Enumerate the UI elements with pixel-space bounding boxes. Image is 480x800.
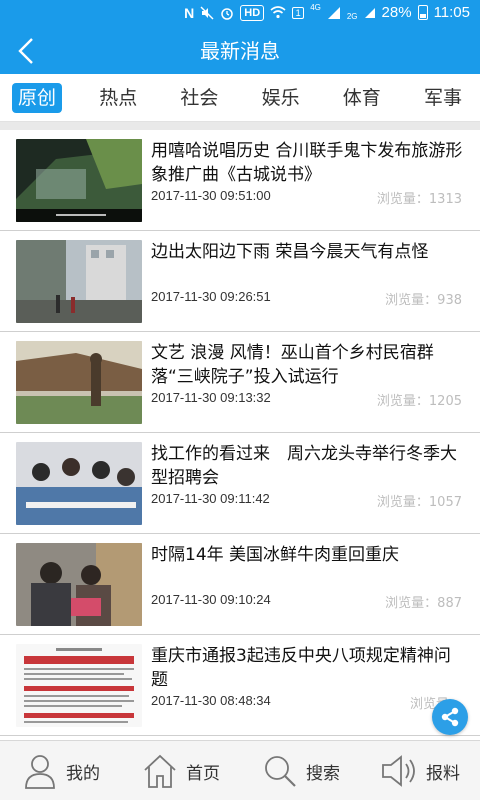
- tab-sports[interactable]: 体育: [337, 83, 387, 113]
- news-date: 2017-11-30 09:11:42: [151, 491, 270, 506]
- nav-mine-label: 我的: [66, 763, 100, 784]
- status-bar: N HD 1 4G 2G 28% 11:05: [0, 0, 480, 28]
- network-2g-label: 2G: [346, 12, 358, 21]
- news-thumbnail: [16, 341, 142, 424]
- news-thumbnail: [16, 644, 142, 727]
- share-icon: [441, 707, 459, 727]
- search-icon: [260, 751, 300, 791]
- nav-home[interactable]: 首页: [120, 741, 240, 800]
- news-item[interactable]: 文艺 浪漫 风情！巫山首个乡村民宿群落“三峡院子”投入试运行 2017-11-3…: [0, 332, 480, 433]
- battery-icon: [417, 5, 428, 20]
- nav-report[interactable]: 报料: [360, 741, 480, 800]
- sim-icon: 1: [292, 6, 305, 19]
- news-date: 2017-11-30 09:51:00: [151, 188, 271, 203]
- user-icon: [20, 751, 60, 791]
- news-views: 浏览量：887: [385, 596, 462, 611]
- app-header: 最新消息: [0, 28, 480, 74]
- status-icons: N HD 1 4G 2G 28% 11:05: [184, 3, 470, 22]
- news-thumbnail: [16, 442, 142, 525]
- nav-home-label: 首页: [186, 763, 220, 784]
- tab-society[interactable]: 社会: [174, 83, 224, 113]
- news-date: 2017-11-30 09:13:32: [151, 390, 271, 405]
- news-views: 浏览量：1057: [376, 495, 462, 510]
- network-4g-label: 4G: [310, 3, 321, 12]
- news-item[interactable]: 找工作的看过来 周六龙头寺举行冬季大型招聘会 2017-11-30 09:11:…: [0, 433, 480, 534]
- news-title: 边出太阳边下雨 荣昌今晨天气有点怪: [151, 242, 429, 262]
- mute-icon: [200, 6, 214, 20]
- nav-mine[interactable]: 我的: [0, 741, 120, 800]
- news-item[interactable]: 时隔14年 美国冰鲜牛肉重回重庆 2017-11-30 09:10:24 浏览量…: [0, 534, 480, 635]
- wifi-icon: [270, 6, 286, 19]
- news-item[interactable]: 重庆市通报3起违反中央八项规定精神问题 2017-11-30 08:48:34 …: [0, 635, 480, 736]
- tab-entertainment[interactable]: 娱乐: [256, 83, 306, 113]
- news-views: 浏览量：938: [385, 293, 462, 308]
- news-date: 2017-11-30 09:10:24: [151, 592, 271, 607]
- page-title: 最新消息: [200, 39, 280, 63]
- status-time: 11:05: [433, 4, 470, 21]
- alarm-icon: [220, 6, 234, 20]
- hd-badge: HD: [240, 4, 265, 21]
- news-thumbnail: [16, 240, 142, 323]
- news-title: 用嘻哈说唱历史 合川联手鬼卞发布旅游形象推广曲《古城说书》: [151, 141, 463, 185]
- news-title: 文艺 浪漫 风情！巫山首个乡村民宿群落“三峡院子”投入试运行: [151, 343, 434, 387]
- tab-hot[interactable]: 热点: [93, 83, 143, 113]
- share-button[interactable]: [432, 699, 468, 735]
- tab-divider: [0, 122, 480, 130]
- chevron-left-icon: [18, 38, 33, 64]
- nfc-icon: N: [184, 4, 195, 21]
- news-views: 浏览量：1205: [376, 394, 462, 409]
- home-icon: [140, 751, 180, 791]
- nav-search[interactable]: 搜索: [240, 741, 360, 800]
- speaker-icon: [380, 751, 420, 791]
- signal-icon: [327, 6, 341, 20]
- news-views: 浏览量：1313: [376, 192, 462, 207]
- nav-search-label: 搜索: [306, 763, 340, 784]
- tab-military[interactable]: 军事: [418, 83, 468, 113]
- news-title: 时隔14年 美国冰鲜牛肉重回重庆: [151, 545, 400, 565]
- nav-report-label: 报料: [426, 763, 460, 784]
- news-date: 2017-11-30 09:26:51: [151, 289, 271, 304]
- news-title: 找工作的看过来 周六龙头寺举行冬季大型招聘会: [151, 444, 457, 488]
- news-title: 重庆市通报3起违反中央八项规定精神问题: [151, 646, 451, 690]
- news-thumbnail: [16, 543, 142, 626]
- battery-percent: 28%: [381, 4, 412, 21]
- news-item[interactable]: 边出太阳边下雨 荣昌今晨天气有点怪 2017-11-30 09:26:51 浏览…: [0, 231, 480, 332]
- news-list: 用嘻哈说唱历史 合川联手鬼卞发布旅游形象推广曲《古城说书》 2017-11-30…: [0, 130, 480, 736]
- back-button[interactable]: [8, 33, 44, 69]
- news-thumbnail: [16, 139, 142, 222]
- bottom-nav: 我的 首页 搜索 报料: [0, 740, 480, 800]
- tab-original[interactable]: 原创: [12, 82, 63, 113]
- news-date: 2017-11-30 08:48:34: [151, 693, 271, 708]
- news-item[interactable]: 用嘻哈说唱历史 合川联手鬼卞发布旅游形象推广曲《古城说书》 2017-11-30…: [0, 130, 480, 231]
- signal-icon-2: [364, 7, 376, 19]
- category-tabs: 原创 热点 社会 娱乐 体育 军事: [0, 74, 480, 122]
